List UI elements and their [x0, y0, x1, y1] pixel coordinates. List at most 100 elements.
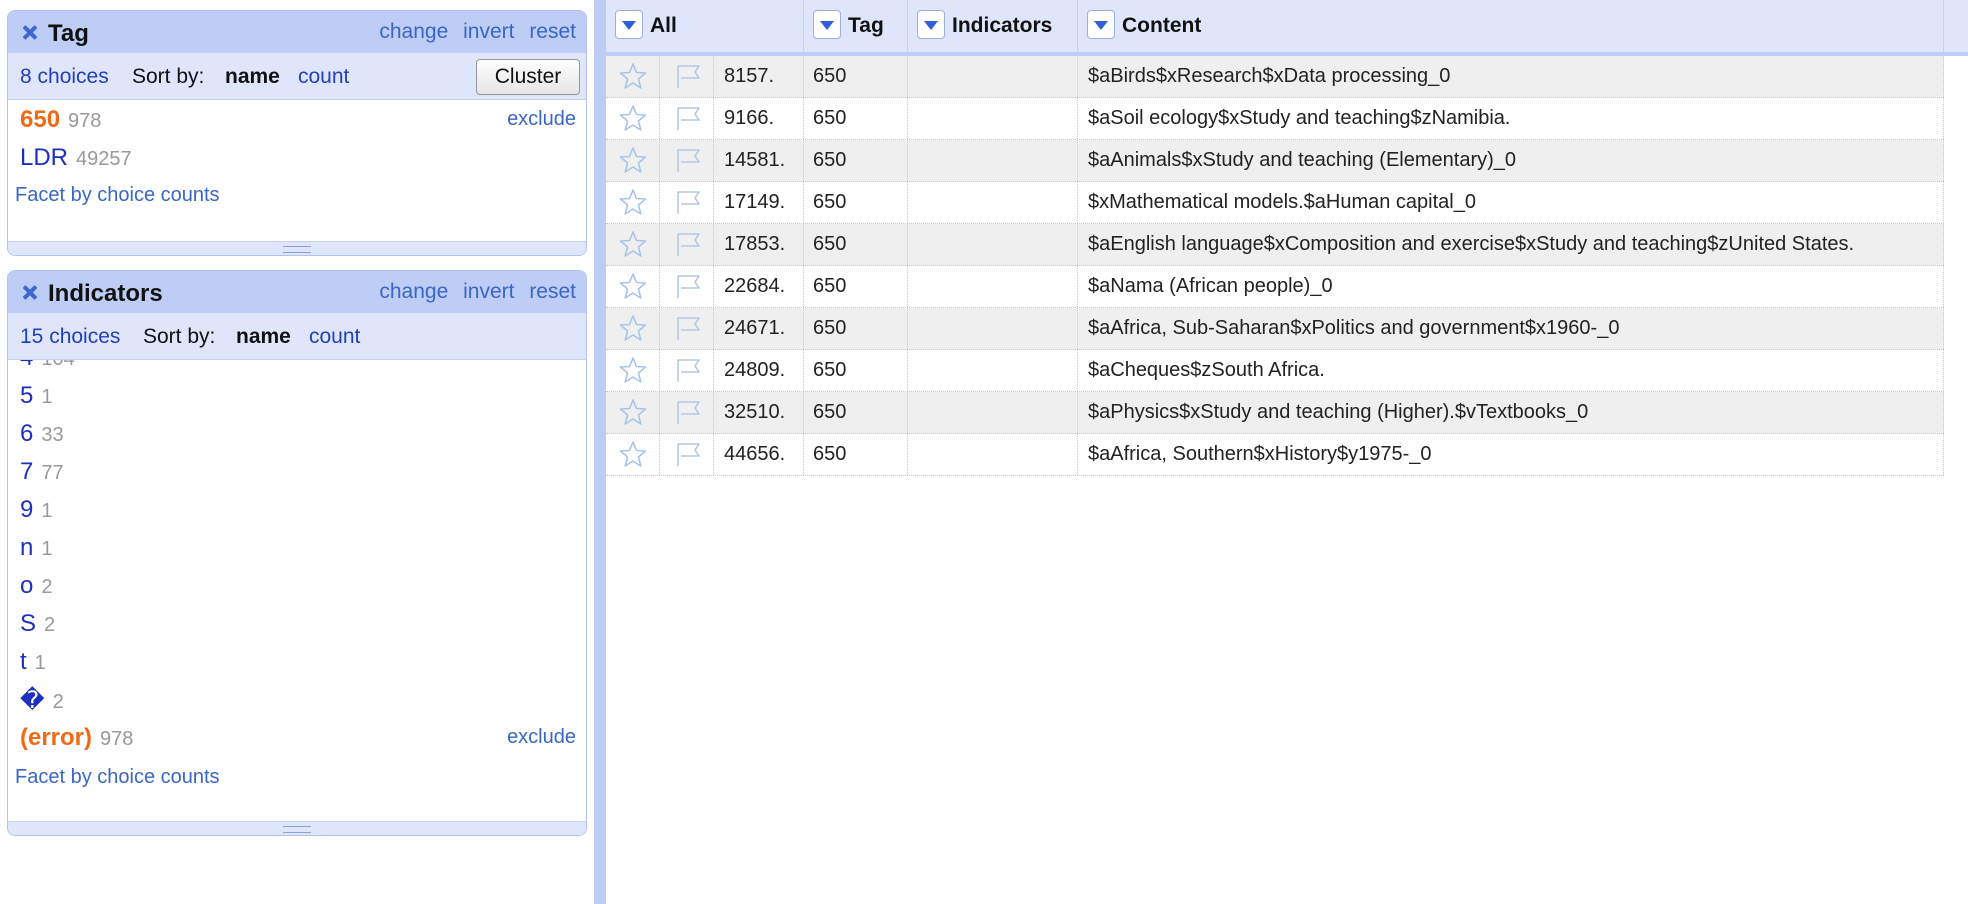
- reset-link[interactable]: reset: [529, 20, 576, 43]
- choice-name[interactable]: �: [20, 687, 45, 714]
- content-cell[interactable]: $aSoil ecology$xStudy and teaching$zNami…: [1078, 98, 1944, 139]
- choice-name[interactable]: o: [20, 572, 33, 599]
- choice-name[interactable]: (error): [20, 724, 92, 751]
- flag-cell[interactable]: [660, 140, 714, 181]
- chevron-down-icon[interactable]: [615, 10, 643, 39]
- indicators-cell[interactable]: [908, 308, 1078, 349]
- reset-link[interactable]: reset: [529, 280, 576, 303]
- panel-divider[interactable]: [594, 0, 606, 904]
- indicators-cell[interactable]: [908, 266, 1078, 307]
- facet-choice[interactable]: 51: [20, 382, 52, 410]
- indicators-cell[interactable]: [908, 56, 1078, 97]
- close-icon[interactable]: [21, 24, 38, 41]
- star-cell[interactable]: [606, 56, 660, 97]
- change-link[interactable]: change: [379, 280, 448, 303]
- star-icon[interactable]: [618, 145, 648, 181]
- star-cell[interactable]: [606, 266, 660, 307]
- choice-name[interactable]: 650: [20, 106, 60, 133]
- sort-name-option[interactable]: name: [225, 65, 280, 89]
- change-link[interactable]: change: [379, 20, 448, 43]
- content-cell[interactable]: $aCheques$zSouth Africa.: [1078, 350, 1944, 391]
- flag-icon[interactable]: [672, 103, 704, 139]
- flag-cell[interactable]: [660, 434, 714, 475]
- tag-cell[interactable]: 650: [804, 56, 908, 97]
- tag-cell[interactable]: 650: [804, 140, 908, 181]
- facet-by-choice-counts-link[interactable]: Facet by choice counts: [15, 184, 220, 207]
- flag-cell[interactable]: [660, 98, 714, 139]
- star-cell[interactable]: [606, 434, 660, 475]
- close-icon[interactable]: [21, 284, 38, 301]
- resize-grip-icon[interactable]: [283, 826, 311, 833]
- indicators-cell[interactable]: [908, 140, 1078, 181]
- star-icon[interactable]: [618, 397, 648, 433]
- flag-cell[interactable]: [660, 224, 714, 265]
- tag-cell[interactable]: 650: [804, 98, 908, 139]
- flag-icon[interactable]: [672, 145, 704, 181]
- star-cell[interactable]: [606, 392, 660, 433]
- flag-icon[interactable]: [672, 355, 704, 391]
- star-icon[interactable]: [618, 313, 648, 349]
- star-icon[interactable]: [618, 229, 648, 265]
- content-cell[interactable]: $aPhysics$xStudy and teaching (Higher).$…: [1078, 392, 1944, 433]
- choice-name[interactable]: 5: [20, 382, 33, 409]
- choice-name[interactable]: 6: [20, 420, 33, 447]
- flag-cell[interactable]: [660, 266, 714, 307]
- star-cell[interactable]: [606, 308, 660, 349]
- sort-count-option[interactable]: count: [298, 65, 349, 89]
- choice-name[interactable]: S: [20, 610, 36, 637]
- flag-cell[interactable]: [660, 392, 714, 433]
- star-icon[interactable]: [618, 103, 648, 139]
- choices-count[interactable]: 15 choices: [20, 325, 120, 349]
- sort-count-option[interactable]: count: [309, 325, 360, 349]
- star-cell[interactable]: [606, 350, 660, 391]
- facet-by-choice-counts-link[interactable]: Facet by choice counts: [15, 766, 220, 789]
- choice-name[interactable]: 9: [20, 496, 33, 523]
- indicators-cell[interactable]: [908, 98, 1078, 139]
- facet-choice[interactable]: t1: [20, 648, 46, 676]
- flag-cell[interactable]: [660, 308, 714, 349]
- star-cell[interactable]: [606, 182, 660, 223]
- invert-link[interactable]: invert: [463, 280, 514, 303]
- flag-icon[interactable]: [672, 187, 704, 223]
- content-cell[interactable]: $aEnglish language$xComposition and exer…: [1078, 224, 1944, 265]
- flag-icon[interactable]: [672, 313, 704, 349]
- star-icon[interactable]: [618, 61, 648, 97]
- flag-icon[interactable]: [672, 229, 704, 265]
- indicators-cell[interactable]: [908, 350, 1078, 391]
- star-cell[interactable]: [606, 140, 660, 181]
- sort-name-option[interactable]: name: [236, 325, 291, 349]
- star-icon[interactable]: [618, 271, 648, 307]
- facet-choice[interactable]: 6 33: [20, 420, 64, 448]
- content-cell[interactable]: $aAnimals$xStudy and teaching (Elementar…: [1078, 140, 1944, 181]
- facet-choice[interactable]: S2: [20, 610, 55, 638]
- facet-choice[interactable]: o2: [20, 572, 52, 600]
- content-cell[interactable]: $xMathematical models.$aHuman capital_0: [1078, 182, 1944, 223]
- flag-icon[interactable]: [672, 271, 704, 307]
- star-icon[interactable]: [618, 439, 648, 475]
- facet-choice[interactable]: n1: [20, 534, 52, 562]
- indicators-cell[interactable]: [908, 224, 1078, 265]
- flag-icon[interactable]: [672, 397, 704, 433]
- indicators-cell[interactable]: [908, 434, 1078, 475]
- flag-cell[interactable]: [660, 350, 714, 391]
- tag-cell[interactable]: 650: [804, 392, 908, 433]
- choice-name[interactable]: 7: [20, 458, 33, 485]
- choice-name[interactable]: LDR: [20, 144, 68, 171]
- facet-choice[interactable]: � 2: [20, 686, 64, 715]
- cluster-button[interactable]: Cluster: [476, 59, 580, 95]
- choice-name[interactable]: n: [20, 534, 33, 561]
- tag-cell[interactable]: 650: [804, 350, 908, 391]
- star-icon[interactable]: [618, 355, 648, 391]
- chevron-down-icon[interactable]: [813, 10, 841, 39]
- tag-cell[interactable]: 650: [804, 266, 908, 307]
- content-cell[interactable]: $aAfrica, Southern$xHistory$y1975-_0: [1078, 434, 1944, 475]
- invert-link[interactable]: invert: [463, 20, 514, 43]
- star-icon[interactable]: [618, 187, 648, 223]
- exclude-link[interactable]: exclude: [507, 726, 576, 749]
- flag-icon[interactable]: [672, 439, 704, 475]
- facet-choice[interactable]: LDR 49257: [20, 144, 132, 172]
- resize-grip-icon[interactable]: [283, 246, 311, 253]
- choice-name[interactable]: t: [20, 648, 27, 675]
- facet-choice[interactable]: 650 978: [20, 106, 101, 134]
- tag-cell[interactable]: 650: [804, 308, 908, 349]
